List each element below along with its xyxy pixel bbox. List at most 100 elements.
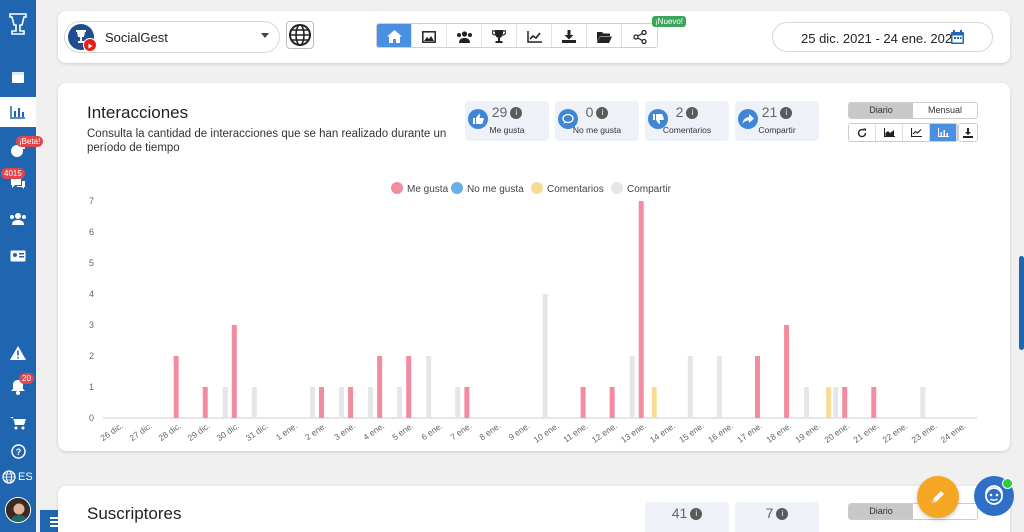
compose-button[interactable] xyxy=(917,476,959,518)
app-logo[interactable] xyxy=(0,8,36,42)
bar-compartir xyxy=(716,356,722,418)
new-badge: ¡Nuevo! xyxy=(652,16,687,27)
stat-subscribers-gained: 41 i xyxy=(645,502,729,532)
trophy-icon xyxy=(492,30,506,43)
cup-logo-icon xyxy=(9,13,27,35)
users-icon xyxy=(10,213,26,225)
tab-media[interactable] xyxy=(412,24,447,47)
avatar[interactable] xyxy=(5,497,31,523)
bar-me-gusta xyxy=(755,356,760,418)
globe-icon xyxy=(2,470,16,484)
y-tick-label: 5 xyxy=(89,258,94,268)
tab-competitors[interactable] xyxy=(482,24,517,47)
scrollbar-thumb[interactable] xyxy=(1019,256,1024,350)
bar-me-gusta xyxy=(231,325,237,418)
y-tick-label: 2 xyxy=(89,351,94,361)
online-status-dot xyxy=(1002,478,1013,489)
x-tick-label: 26 dic. xyxy=(98,420,124,443)
bar-me-gusta xyxy=(406,356,412,418)
messages-count-badge: 4015 xyxy=(1,168,25,179)
bar-me-gusta xyxy=(580,387,586,418)
info-icon[interactable]: i xyxy=(690,508,703,520)
bar-compartir xyxy=(309,387,315,418)
y-tick-label: 7 xyxy=(89,196,94,206)
account-selector[interactable]: SocialGest xyxy=(64,21,280,53)
bar-me-gusta xyxy=(464,387,470,418)
sidebar-item-calendar[interactable] xyxy=(0,62,36,92)
x-tick-label: 12 ene. xyxy=(590,420,619,444)
sidebar-item-analytics[interactable] xyxy=(0,97,36,127)
tab-trends[interactable] xyxy=(517,24,552,47)
section-title: Suscriptores xyxy=(87,504,182,523)
top-toolbar: SocialGest ¡Nuevo! 25 dic. 2021 - 24 ene… xyxy=(58,11,1010,63)
x-tick-label: 11 ene. xyxy=(561,420,589,444)
language-selector[interactable]: ES xyxy=(2,470,33,484)
x-tick-label: 6 ene. xyxy=(419,420,444,442)
globe-icon xyxy=(289,24,311,46)
sidebar-item-alerts[interactable] xyxy=(0,338,36,368)
notifications-count-badge: 20 xyxy=(19,373,34,384)
line-chart-icon xyxy=(526,30,542,43)
stat-value: 41 xyxy=(671,505,688,521)
x-tick-label: 31 dic. xyxy=(244,420,270,443)
tab-connections[interactable] xyxy=(622,24,657,47)
x-tick-label: 20 ene. xyxy=(822,420,851,444)
calendar-icon xyxy=(12,72,24,83)
legend-marker xyxy=(451,182,463,194)
x-tick-label: 22 ene. xyxy=(881,420,910,444)
x-tick-label: 5 ene. xyxy=(390,420,415,442)
svg-text:?: ? xyxy=(15,447,21,457)
legend-marker xyxy=(391,182,403,194)
bar-me-gusta xyxy=(609,387,615,418)
period-daily-button[interactable]: Diario xyxy=(849,504,913,519)
users-icon xyxy=(456,30,472,43)
x-tick-label: 7 ene. xyxy=(448,420,473,442)
y-tick-label: 0 xyxy=(89,413,94,423)
bar-comentarios xyxy=(651,387,657,418)
cart-icon xyxy=(10,417,26,430)
x-tick-label: 29 dic. xyxy=(186,420,212,443)
x-tick-label: 4 ene. xyxy=(361,420,386,442)
x-tick-label: 13 ene. xyxy=(619,420,648,444)
calendar-icon xyxy=(951,30,964,44)
date-range-text: 25 dic. 2021 - 24 ene. 2022 xyxy=(801,31,960,46)
bar-compartir xyxy=(455,387,461,418)
sidebar-item-audience[interactable] xyxy=(0,204,36,234)
tab-home[interactable] xyxy=(377,24,412,47)
tab-export[interactable] xyxy=(552,24,587,47)
period-toggle: Diario xyxy=(848,503,978,520)
x-tick-label: 14 ene. xyxy=(648,420,677,444)
bar-compartir xyxy=(397,387,403,418)
y-tick-label: 4 xyxy=(89,289,94,299)
section-tabs xyxy=(376,23,658,48)
bar-me-gusta xyxy=(377,356,383,418)
legend-label: Compartir xyxy=(627,184,672,195)
x-tick-label: 21 ene. xyxy=(851,420,880,444)
bar-compartir xyxy=(339,387,344,418)
warning-icon xyxy=(10,346,26,360)
youtube-icon xyxy=(83,38,97,52)
all-networks-button[interactable] xyxy=(286,21,314,49)
tab-files[interactable] xyxy=(587,24,622,47)
date-range-picker[interactable]: 25 dic. 2021 - 24 ene. 2022 xyxy=(772,22,993,52)
bar-compartir xyxy=(426,356,432,418)
info-icon[interactable]: i xyxy=(776,508,789,520)
bar-me-gusta xyxy=(202,387,208,418)
sidebar-item-cart[interactable] xyxy=(0,408,36,438)
sidebar-item-profiles[interactable] xyxy=(0,241,36,271)
bar-compartir xyxy=(251,387,257,418)
legend-label: No me gusta xyxy=(467,184,524,195)
x-tick-label: 24 ene. xyxy=(939,420,968,444)
sidebar-item-help[interactable]: ? xyxy=(0,436,36,466)
x-tick-label: 28 dic. xyxy=(157,420,183,443)
x-tick-label: 9 ene. xyxy=(507,420,532,442)
bar-me-gusta xyxy=(871,387,877,418)
legend-label: Comentarios xyxy=(547,184,604,195)
bar-compartir xyxy=(920,387,926,418)
bar-me-gusta xyxy=(638,201,644,418)
legend-marker xyxy=(611,182,623,194)
chevron-down-icon xyxy=(261,33,269,38)
y-tick-label: 6 xyxy=(89,227,94,237)
tab-audience[interactable] xyxy=(447,24,482,47)
x-tick-label: 27 dic. xyxy=(127,420,153,443)
